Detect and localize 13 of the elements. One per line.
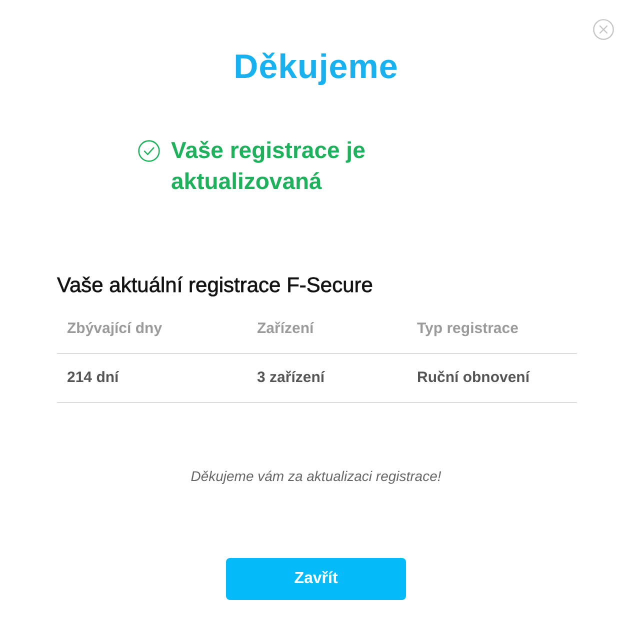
section-heading: Vaše aktuální registrace F-Secure — [57, 273, 374, 299]
status-message: Vaše registrace je aktualizovaná — [171, 136, 366, 196]
table-cell-text: 3 zařízení — [256, 368, 326, 388]
column-header: Typ registrace — [416, 319, 520, 340]
check-circle-icon — [138, 140, 160, 162]
column-header: Zbývající dny — [66, 319, 164, 340]
table-cell-text: 214 dní — [66, 368, 120, 388]
close-icon[interactable] — [593, 19, 614, 40]
close-dialog-button[interactable]: Zavřít — [226, 558, 406, 600]
title: Děkujeme — [234, 47, 398, 88]
thank-you-note: Děkujeme vám za aktualizaci registrace! — [190, 467, 442, 486]
column-header: Zařízení — [256, 319, 315, 340]
table-cell-text: Ruční obnovení — [416, 368, 531, 388]
